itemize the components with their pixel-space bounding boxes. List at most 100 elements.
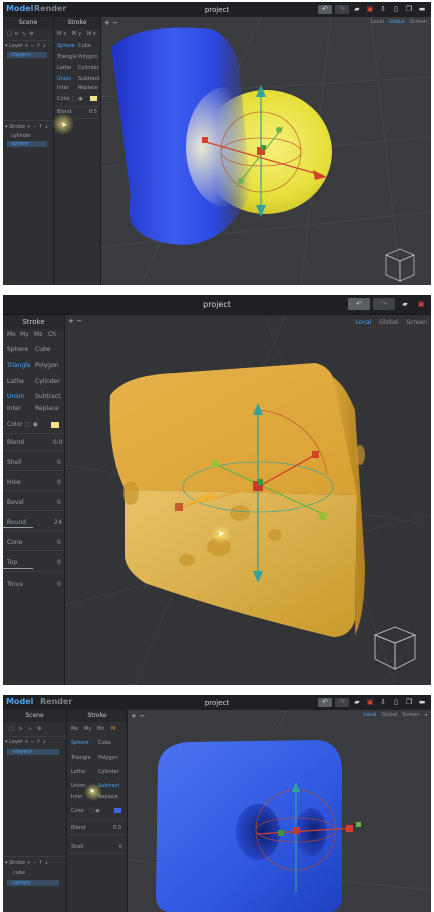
mirror-y-button[interactable]: My [84,726,91,732]
color-swatch[interactable] [90,96,97,101]
undo-icon[interactable]: ↶ [318,5,332,14]
viewport-zoom-buttons[interactable]: + − [104,19,118,27]
3d-viewport[interactable]: + − Local Global Screen [101,17,431,285]
copy-icon[interactable]: ❐ [404,698,414,707]
param-blend-value[interactable]: 0.0 [53,439,63,446]
param-torus-value[interactable]: 0 [57,581,61,588]
primitive-cylinder[interactable]: Cylinder [98,769,119,775]
blend-value[interactable]: 0.5 [89,109,97,115]
mode-global[interactable]: Global [389,19,405,25]
viewport-zoom-buttons[interactable]: + − [131,712,145,720]
mode-global[interactable]: Global [381,712,397,718]
param-top-value[interactable]: 0 [57,559,61,566]
round-slider-fill[interactable] [3,527,33,528]
primitive-triangle[interactable]: Triangle [57,54,77,60]
gizmo-mode-switch[interactable]: Local Global Screen [356,319,427,326]
param-bevel-value[interactable]: 0 [57,499,61,506]
op-union[interactable]: Union [7,393,24,400]
layer-item[interactable]: <layer> [10,52,31,58]
mirror-y-button[interactable]: My [20,331,29,338]
color-tool-icons[interactable]: ⬚ ◉ [72,96,83,102]
scene-tool-icons[interactable]: ▢⊳∿⚙ [9,726,47,732]
primitive-lathe[interactable]: Lathe [7,378,24,385]
op-union[interactable]: Union [57,76,71,82]
new-file-icon[interactable]: ▯ [391,698,401,707]
redo-icon[interactable]: ↷ [335,698,349,707]
save-icon[interactable]: ▣ [365,698,375,707]
layer-add-icons[interactable]: + − ↑ ↓ [25,43,47,49]
op-inter[interactable]: Inter [71,794,83,800]
color-tool-icons[interactable]: ⬚ ◉ [89,808,100,814]
export-icon[interactable]: ⇩ [378,5,388,14]
primitive-triangle[interactable]: Triangle [7,362,31,369]
mode-local[interactable]: Local [371,19,384,25]
delete-icon[interactable]: ▬ [417,5,427,14]
stroke-item-cube[interactable]: cube [13,870,25,876]
param-round-value[interactable]: 24 [54,519,62,526]
shell-value[interactable]: 0 [119,844,122,850]
delete-icon[interactable]: ▬ [417,698,427,707]
mode-local[interactable]: Local [356,319,372,326]
color-swatch[interactable] [51,422,59,428]
mode-local[interactable]: Local [363,712,376,718]
new-file-icon[interactable]: ▯ [391,5,401,14]
m-button[interactable]: M [111,726,115,732]
3d-viewport[interactable]: + − Local Global Screen [65,315,431,685]
mirror-z-button[interactable]: Mz [97,726,104,732]
open-folder-icon[interactable]: ▰ [398,300,412,309]
primitive-cylinder[interactable]: Cylinder [78,65,99,71]
open-folder-icon[interactable]: ▰ [352,698,362,707]
blend-value[interactable]: 0.0 [113,825,121,831]
param-cone-value[interactable]: 0 [57,539,61,546]
scene-tool-icons[interactable]: ▢⊳∿⚙ [7,31,37,37]
layer-item[interactable]: <layer> [12,749,33,755]
stroke-item-cylinder[interactable]: cylinder [11,133,31,139]
mirror-x-button[interactable]: Mx [71,726,78,732]
primitive-lathe[interactable]: Lathe [57,65,71,71]
primitive-cylinder[interactable]: Cylinder [35,378,60,385]
op-subtract[interactable]: Subtract [35,393,61,400]
mode-global[interactable]: Global [379,319,398,326]
primitive-polygon[interactable]: Polygon [98,755,118,761]
op-subtract[interactable]: Subtract [78,76,99,82]
redo-icon[interactable]: ↷ [335,5,349,14]
copy-icon[interactable]: ❐ [404,5,414,14]
op-union[interactable]: Union [71,783,85,789]
ch-button[interactable]: Ch [48,331,56,338]
primitive-polygon[interactable]: Polygon [78,54,98,60]
undo-icon[interactable]: ↶ [318,698,332,707]
undo-icon[interactable]: ↶ [348,298,370,310]
op-replace[interactable]: Replace [78,85,98,91]
primitive-cube[interactable]: Cube [98,740,111,746]
primitive-cube[interactable]: Cube [78,43,91,49]
color-swatch[interactable] [114,808,121,813]
gizmo-mode-switch[interactable]: Local Global Screen ◂ [363,712,427,718]
save-icon[interactable]: ▣ [415,300,427,309]
param-hole-value[interactable]: 0 [57,479,61,486]
stroke-item-sphere[interactable]: sphere [13,880,30,886]
primitive-polygon[interactable]: Polygon [35,362,59,369]
primitive-cube[interactable]: Cube [35,346,51,353]
mode-screen[interactable]: Screen [406,319,427,326]
primitive-triangle[interactable]: Triangle [71,755,91,761]
viewport-zoom-buttons[interactable]: + − [68,317,82,325]
op-inter[interactable]: Inter [7,405,21,412]
primitive-sphere[interactable]: Sphere [7,346,28,353]
param-shell-value[interactable]: 0 [57,459,61,466]
mirror-z-button[interactable]: Mz [34,331,42,338]
primitive-sphere[interactable]: Sphere [71,740,89,746]
color-tool-icons[interactable]: ⬚ ◉ [25,421,38,428]
primitive-sphere[interactable]: Sphere [57,43,75,49]
open-folder-icon[interactable]: ▰ [352,5,362,14]
collapse-arrow-icon[interactable]: ◂ [424,712,427,718]
primitive-lathe[interactable]: Lathe [71,769,85,775]
export-icon[interactable]: ⇩ [378,698,388,707]
save-icon[interactable]: ▣ [365,5,375,14]
op-replace[interactable]: Replace [35,405,59,412]
mode-screen[interactable]: Screen [410,19,427,25]
stroke-item-sphere[interactable]: sphere [11,141,28,147]
redo-icon[interactable]: ↷ [373,298,395,310]
mirror-x-button[interactable]: Mx [7,331,16,338]
top-slider-fill[interactable] [3,568,33,569]
op-inter[interactable]: Inter [57,85,69,91]
